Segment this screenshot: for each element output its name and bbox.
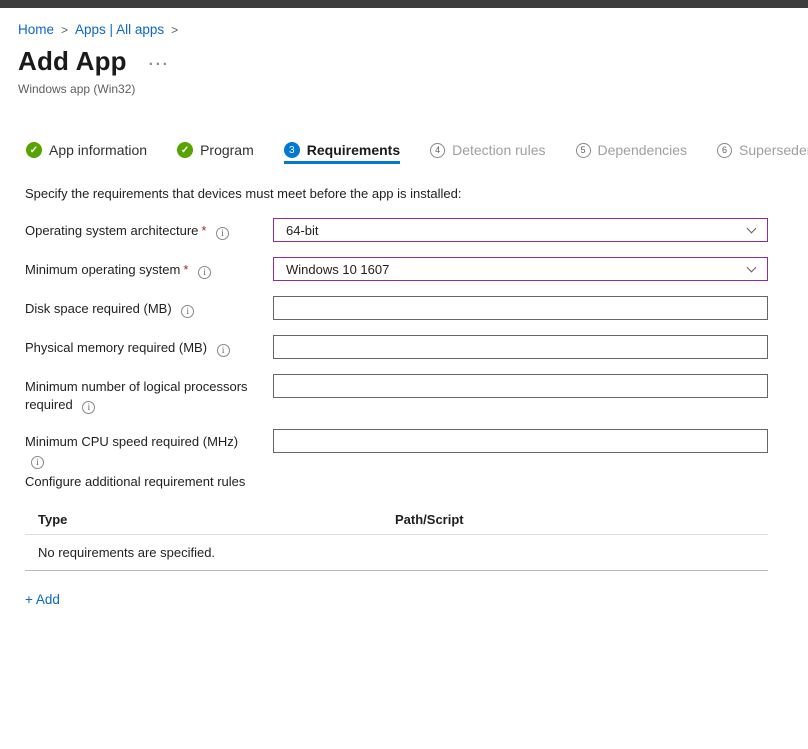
table-header-type: Type [38, 512, 395, 527]
wizard-step-requirements[interactable]: 3 Requirements [284, 142, 400, 164]
info-icon[interactable]: i [216, 227, 229, 240]
info-icon[interactable]: i [198, 266, 211, 279]
field-label-text: Minimum CPU speed required (MHz) [25, 434, 238, 449]
disk-space-input[interactable] [273, 296, 768, 320]
field-label-text: Operating system architecture [25, 223, 198, 238]
field-label: Minimum CPU speed required (MHz) i [25, 429, 273, 469]
step-number-badge: 6 [717, 143, 732, 158]
step-number-badge: 3 [284, 142, 300, 158]
wizard-step-supersedence[interactable]: 6 Supersedence [717, 142, 808, 164]
step-label: Program [200, 142, 254, 158]
info-icon[interactable]: i [181, 305, 194, 318]
dropdown-selected-value: Windows 10 1607 [286, 262, 389, 277]
step-completed-check-icon: ✓ [177, 142, 193, 158]
page-subtitle: Windows app (Win32) [18, 82, 135, 96]
step-label: App information [49, 142, 147, 158]
breadcrumb-separator-icon: > [61, 23, 68, 37]
step-label: Dependencies [598, 142, 688, 158]
required-asterisk: * [183, 262, 188, 277]
step-label: Requirements [307, 142, 400, 158]
wizard-steps: ✓ App information ✓ Program 3 Requiremen… [26, 142, 808, 164]
field-label-text: Minimum operating system [25, 262, 180, 277]
dropdown-selected-value: 64-bit [286, 223, 319, 238]
step-label: Supersedence [739, 142, 808, 158]
field-label-text: Disk space required (MB) [25, 301, 172, 316]
field-label: Operating system architecture* i [25, 218, 273, 240]
form-row-cpu-speed: Minimum CPU speed required (MHz) i [25, 429, 768, 469]
wizard-step-app-information[interactable]: ✓ App information [26, 142, 147, 164]
chevron-down-icon [747, 262, 757, 272]
cpu-speed-input[interactable] [273, 429, 768, 453]
field-label-text: Physical memory required (MB) [25, 340, 207, 355]
field-label-text: Minimum number of logical processors req… [25, 379, 248, 412]
breadcrumb-separator-icon: > [171, 23, 178, 37]
table-empty-message: No requirements are specified. [25, 535, 768, 571]
form-row-os-architecture: Operating system architecture* i 64-bit [25, 218, 768, 242]
page-title: Add App [18, 46, 127, 77]
add-requirement-link[interactable]: + Add [25, 592, 60, 607]
page-header: Add App ··· [18, 46, 170, 77]
requirement-rules-table: Type Path/Script No requirements are spe… [25, 508, 768, 571]
requirements-intro-text: Specify the requirements that devices mu… [25, 186, 461, 201]
required-asterisk: * [201, 223, 206, 238]
form-row-physical-memory: Physical memory required (MB) i [25, 335, 768, 359]
field-label: Minimum operating system* i [25, 257, 273, 279]
breadcrumb: Home > Apps | All apps > [18, 22, 178, 37]
table-header-row: Type Path/Script [25, 508, 768, 535]
field-label: Minimum number of logical processors req… [25, 374, 273, 414]
physical-memory-input[interactable] [273, 335, 768, 359]
breadcrumb-link-all-apps[interactable]: Apps | All apps [75, 22, 164, 37]
info-icon[interactable]: i [217, 344, 230, 357]
form-row-logical-processors: Minimum number of logical processors req… [25, 374, 768, 414]
breadcrumb-link-home[interactable]: Home [18, 22, 54, 37]
info-icon[interactable]: i [82, 401, 95, 414]
table-header-path-script: Path/Script [395, 512, 768, 527]
additional-rules-heading: Configure additional requirement rules [25, 474, 245, 489]
form-row-minimum-os: Minimum operating system* i Windows 10 1… [25, 257, 768, 281]
step-number-badge: 4 [430, 143, 445, 158]
step-number-badge: 5 [576, 143, 591, 158]
wizard-step-detection-rules[interactable]: 4 Detection rules [430, 142, 545, 164]
more-options-ellipsis-icon[interactable]: ··· [149, 50, 170, 73]
requirements-form: Operating system architecture* i 64-bit … [25, 218, 768, 484]
form-row-disk-space: Disk space required (MB) i [25, 296, 768, 320]
field-label: Disk space required (MB) i [25, 296, 273, 318]
info-icon[interactable]: i [31, 456, 44, 469]
wizard-step-program[interactable]: ✓ Program [177, 142, 254, 164]
step-label: Detection rules [452, 142, 545, 158]
logical-processors-input[interactable] [273, 374, 768, 398]
browser-top-bar [0, 0, 808, 8]
os-architecture-dropdown[interactable]: 64-bit [273, 218, 768, 242]
step-completed-check-icon: ✓ [26, 142, 42, 158]
field-label: Physical memory required (MB) i [25, 335, 273, 357]
wizard-step-dependencies[interactable]: 5 Dependencies [576, 142, 688, 164]
chevron-down-icon [747, 223, 757, 233]
minimum-os-dropdown[interactable]: Windows 10 1607 [273, 257, 768, 281]
